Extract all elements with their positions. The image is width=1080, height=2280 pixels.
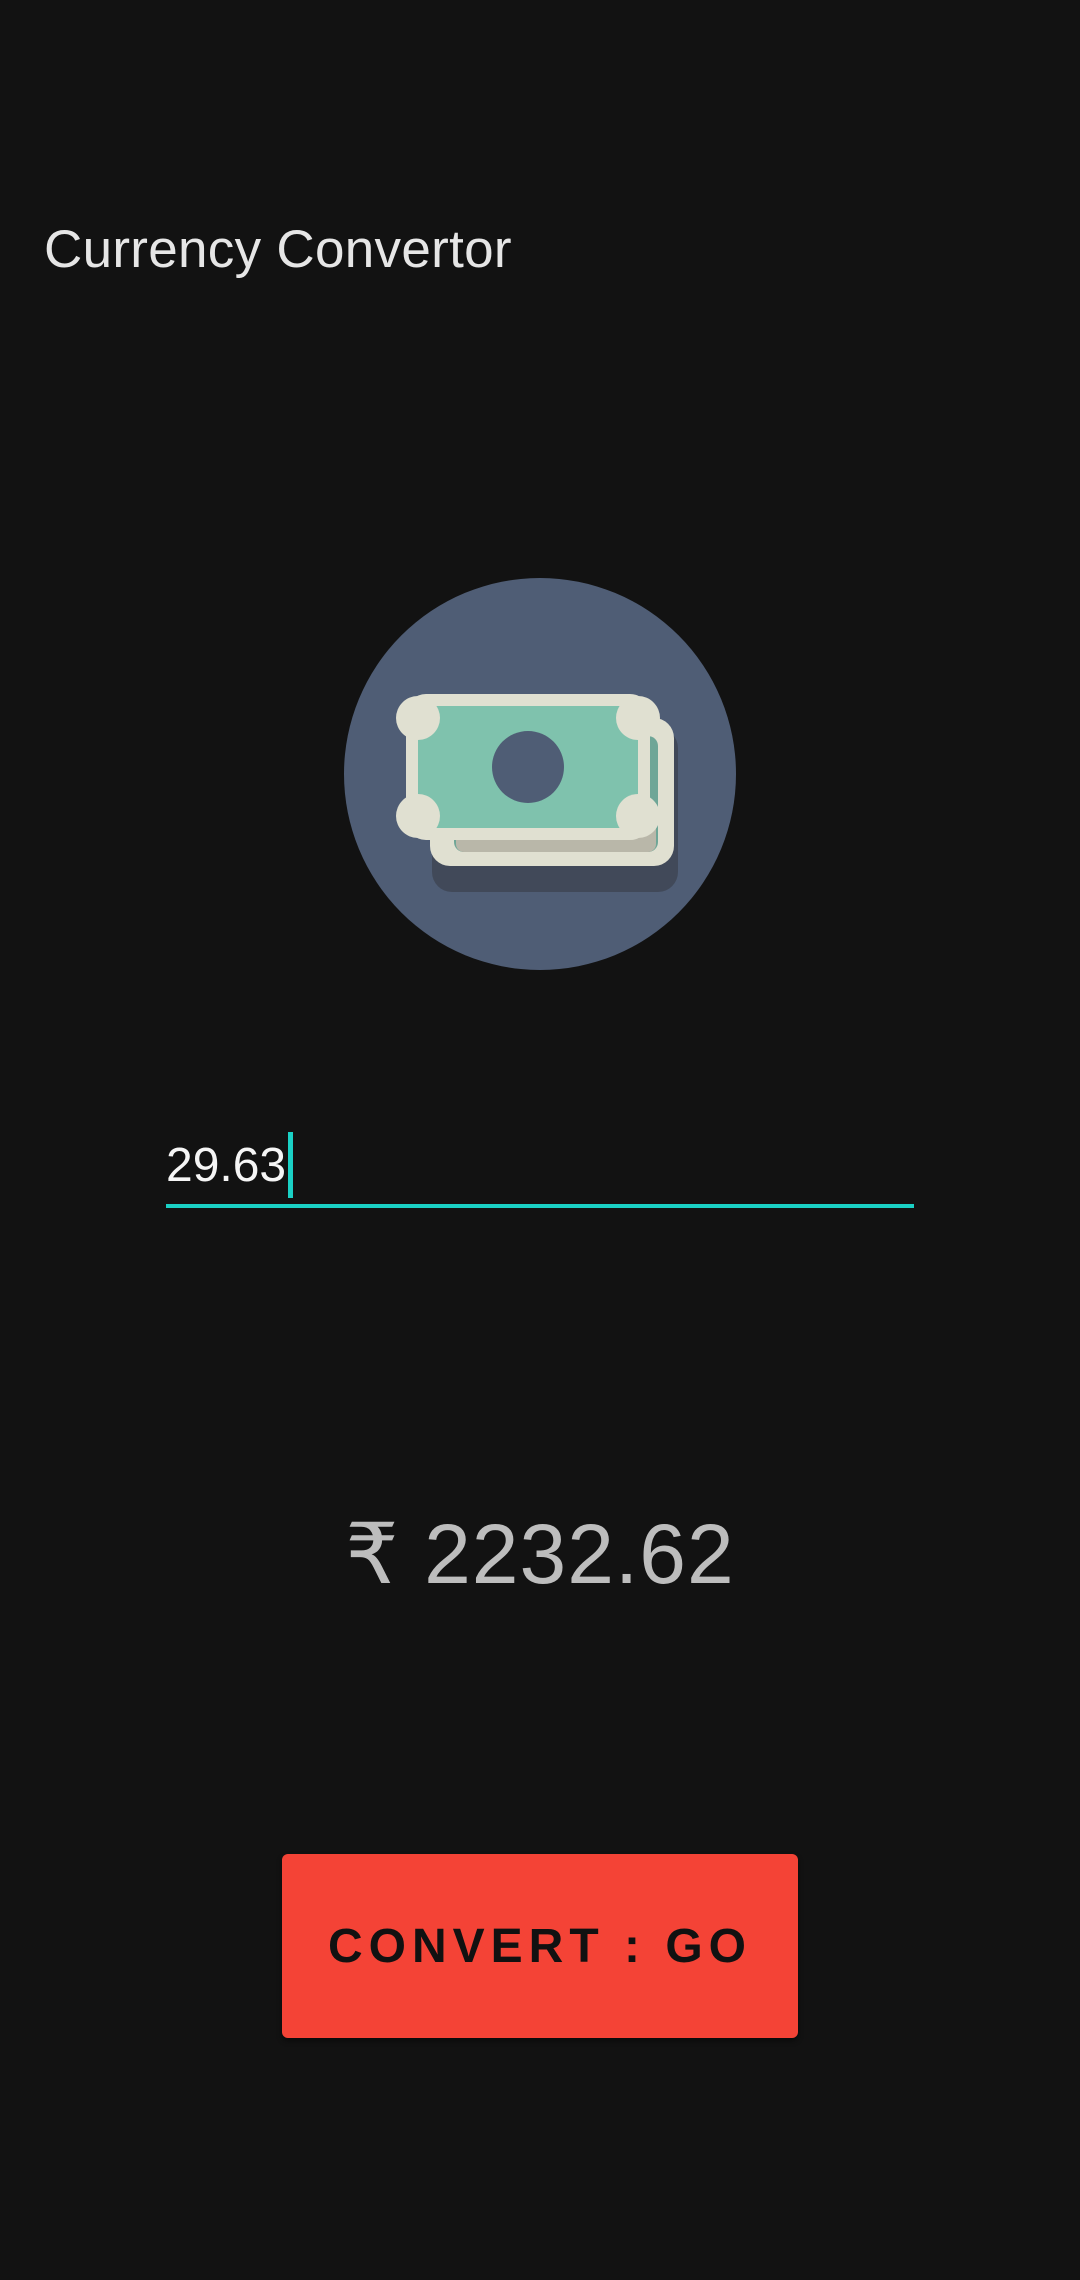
converted-amount: ₹ 2232.62 — [345, 1507, 735, 1601]
amount-input-value: 29.63 — [166, 1128, 294, 1202]
text-cursor — [288, 1132, 294, 1198]
app-title: Currency Convertor — [44, 220, 512, 279]
amount-field[interactable]: 29.63 — [166, 1128, 914, 1208]
convert-button[interactable]: CONVERT : GO — [282, 1854, 798, 2038]
amount-input-underline — [166, 1204, 914, 1208]
amount-value-text: 29.63 — [166, 1138, 287, 1192]
banknotes-icon — [344, 578, 736, 970]
